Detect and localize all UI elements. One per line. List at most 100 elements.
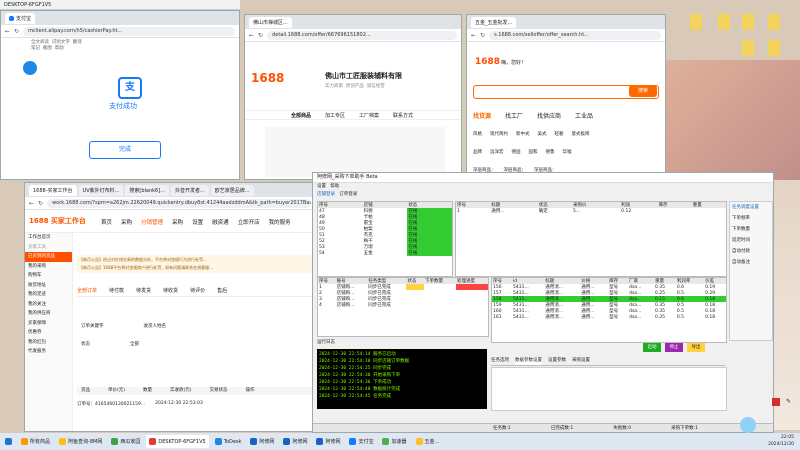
reload-icon[interactable]: ↻ — [258, 32, 263, 39]
shop1-nav-0[interactable]: 全部商品 — [291, 111, 311, 119]
table-row[interactable]: 161 5431... 通用消... 通用... 型号 dsa... 0.35 0.5 0.18 — [492, 314, 726, 321]
desktop-icon-3[interactable] — [742, 14, 754, 30]
tool-4[interactable]: 截图 — [43, 46, 52, 51]
schedule-item[interactable]: 自动备注 — [732, 257, 772, 268]
start-button[interactable] — [2, 435, 15, 448]
nav-4[interactable]: 设置 — [192, 218, 203, 226]
workbench-tab-3[interactable]: 抖音开发者... — [170, 184, 209, 196]
taskbar-item[interactable]: 五金... — [413, 435, 443, 448]
workbench-tab-4[interactable]: 欧艺家居品牌... — [210, 184, 254, 196]
shop2-cat-0[interactable]: 找货源 — [473, 111, 491, 120]
taskbar-item[interactable]: 所有商品 — [18, 435, 53, 448]
back-icon[interactable]: ← — [29, 200, 34, 207]
desktop-icon-5[interactable] — [742, 40, 754, 56]
tool-5[interactable]: 帮助 — [55, 46, 64, 51]
sidebar-item[interactable]: 我的供应商 — [28, 309, 72, 319]
taskbar-item[interactable]: 阿修网 — [247, 435, 277, 448]
back-icon[interactable]: ← — [5, 28, 10, 35]
shop1-nav-1[interactable]: 加工专区 — [325, 111, 345, 119]
shop1-nav-3[interactable]: 联系方式 — [393, 111, 413, 119]
taskbar-item[interactable]: 阿鱼查询-8M网 — [56, 435, 105, 448]
tag[interactable]: 现代简约 — [490, 131, 508, 137]
tag[interactable]: 意式极简 — [572, 131, 590, 137]
option-tab[interactable]: 数据参数设置 — [515, 357, 542, 365]
order-tab[interactable]: 售后 — [217, 287, 227, 294]
shop2-cat-2[interactable]: 找供应商 — [537, 111, 561, 120]
tag[interactable]: 美式 — [538, 131, 547, 137]
tag[interactable]: 德鲁 — [546, 149, 555, 155]
shop2-logo[interactable]: 1688 — [475, 57, 500, 67]
menu-help[interactable]: 帮助 — [330, 184, 339, 189]
workbench-tab-2[interactable]: 搜索[blank6]... — [125, 184, 169, 196]
shop2-window[interactable]: 五金_五金批发... ← ↻ s.1688.com/selloffer/offe… — [466, 14, 666, 180]
workbench-tab-0[interactable]: 1688-买家工作台 — [29, 184, 77, 196]
shop2-cat-1[interactable]: 找工厂 — [505, 111, 523, 120]
workbench-url[interactable]: work.1688.com/?spm=a262jm.22620049.quick… — [47, 198, 311, 208]
tab-shop-login[interactable]: 店铺登录 — [317, 192, 335, 197]
shop2-url[interactable]: s.1688.com/selloffer/offer_search.ht... — [489, 30, 661, 40]
alipay-window[interactable]: 支付宝 ← ↻ mclient.alipay.com/h5/cashierPay… — [0, 10, 240, 180]
sidebar-item[interactable]: 我的足迹 — [28, 290, 72, 300]
shop2-cat-3[interactable]: 工业品 — [575, 111, 593, 120]
stop-button[interactable]: 停止 — [665, 343, 683, 352]
nav-0[interactable]: 首页 — [101, 218, 112, 226]
schedule-item[interactable]: 自动付款 — [732, 246, 772, 257]
desktop-icon-6[interactable] — [768, 40, 780, 56]
tag[interactable]: 华福 — [563, 149, 572, 155]
sidebar-item[interactable]: 我的红包 — [28, 338, 72, 348]
desktop-icon-4[interactable] — [768, 14, 780, 30]
sidebar-item[interactable]: 我的采购 — [28, 262, 72, 272]
reload-icon[interactable]: ↻ — [14, 28, 19, 35]
alipay-tab[interactable]: 支付宝 — [5, 12, 36, 24]
workbench-tab-1[interactable]: UV紫外灯布料... — [78, 184, 124, 196]
desktop-icon-2[interactable] — [718, 14, 730, 30]
schedule-item[interactable]: 下单数量 — [732, 224, 772, 235]
shop1-url[interactable]: detail.1688.com/offer/667696151802... — [267, 30, 457, 40]
nav-2[interactable]: 分销管理 — [141, 218, 163, 226]
sidebar-item[interactable]: 买家保障 — [28, 319, 72, 329]
shop1-window[interactable]: 佛山市禅城区... ← ↻ detail.1688.com/offer/6676… — [244, 14, 462, 180]
taskbar-item[interactable]: 加速器 — [379, 435, 409, 448]
menu-settings[interactable]: 设置 — [317, 184, 326, 189]
tag[interactable]: 固和 — [529, 149, 538, 155]
nav-3[interactable]: 采购 — [172, 218, 183, 226]
shop1-tab[interactable]: 佛山市禅城区... — [249, 16, 292, 28]
tag[interactable]: 远洋宏 — [490, 149, 504, 155]
start-button[interactable]: 启动 — [643, 343, 661, 352]
order-tab[interactable]: 待收货 — [163, 287, 178, 294]
option-tab[interactable]: 设置参数 — [548, 357, 566, 365]
sidebar-item[interactable]: 工作台首页 — [28, 233, 72, 243]
order-tab[interactable]: 待付款 — [109, 287, 124, 294]
nav-6[interactable]: 立即开店 — [238, 218, 260, 226]
schedule-item[interactable]: 延迟时间 — [732, 235, 772, 246]
sidebar-item[interactable]: 代发服务 — [28, 347, 72, 357]
option-tab[interactable]: 采购设置 — [572, 357, 590, 365]
workbench-logo[interactable]: 1688 买家工作台 — [29, 216, 86, 226]
clock[interactable]: 22:05 2024/12/30 — [768, 434, 794, 448]
assistant-window[interactable]: 阿修网_采购下单助手 Beta 设置 帮助 店铺登录 订单登录 序号 店铺 状态… — [312, 172, 774, 433]
back-icon[interactable]: ← — [471, 32, 476, 39]
sidebar-item[interactable]: 购物车 — [28, 271, 72, 281]
tag[interactable]: 新中式 — [516, 131, 530, 137]
done-button[interactable]: 完成 — [89, 141, 161, 159]
table-row[interactable]: 4 店铺购... 同步已完成 — [318, 302, 488, 309]
back-icon[interactable]: ← — [249, 32, 254, 39]
taskbar-item[interactable]: 阿修网 — [313, 435, 343, 448]
shop2-tab[interactable]: 五金_五金批发... — [471, 16, 517, 28]
order-tab[interactable]: 待评价 — [190, 287, 205, 294]
translate-badge-icon[interactable] — [23, 61, 37, 75]
shop2-search-button[interactable]: 搜索 — [629, 85, 657, 97]
alipay-url[interactable]: mclient.alipay.com/h5/cashierPay.ht... — [23, 26, 235, 36]
shop1-logo[interactable]: 1688 — [251, 71, 284, 85]
pen-icon[interactable]: ✎ — [786, 398, 794, 406]
reload-icon[interactable]: ↻ — [480, 32, 485, 39]
taskbar-item[interactable]: 西瓜家园 — [108, 435, 143, 448]
taskbar-item[interactable]: ToDesk — [212, 435, 245, 448]
taskbar-item[interactable]: 支付宝 — [346, 435, 376, 448]
taskbar-item[interactable]: 阿修网 — [280, 435, 310, 448]
sidebar-item[interactable]: 已买到的货品 — [25, 252, 72, 262]
option-tab[interactable]: 任务选项 — [491, 357, 509, 365]
schedule-item[interactable]: 下单频率 — [732, 213, 772, 224]
nav-1[interactable]: 采购 — [121, 218, 132, 226]
tab-order-login[interactable]: 订单登录 — [339, 192, 357, 197]
